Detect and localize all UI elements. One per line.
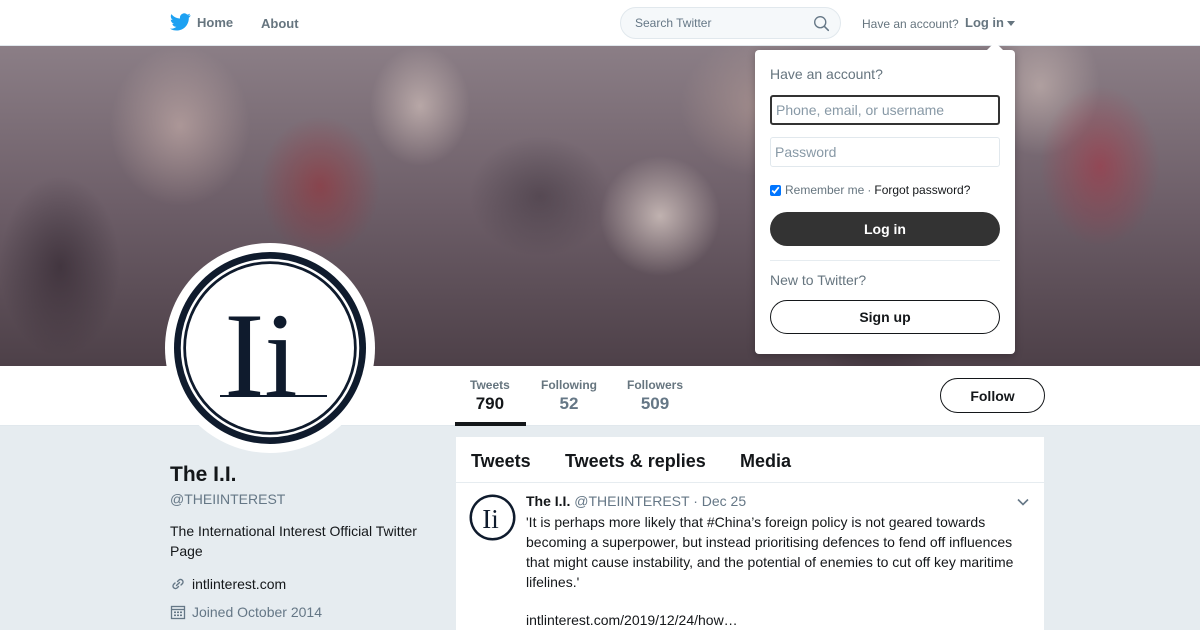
tweet-separator: ·: [693, 493, 698, 509]
search-box: [620, 7, 841, 39]
have-account-text: Have an account?: [862, 17, 959, 31]
tweet-link[interactable]: intlinterest.com/2019/12/24/how…: [526, 612, 738, 628]
remember-separator: ·: [867, 183, 872, 197]
tab-tweets-replies[interactable]: Tweets & replies: [565, 451, 706, 472]
remember-me-label[interactable]: Remember me: [785, 183, 864, 197]
login-dropdown: Have an account? Remember me · Forgot pa…: [755, 42, 1015, 354]
password-field[interactable]: [770, 137, 1000, 167]
profile-name: The I.I.: [170, 463, 237, 486]
tweet-date[interactable]: Dec 25: [702, 493, 746, 509]
active-stat-underline: [455, 422, 526, 426]
search-input[interactable]: [633, 8, 813, 38]
remember-me-checkbox[interactable]: [770, 184, 781, 196]
follow-button[interactable]: Follow: [940, 378, 1045, 413]
calendar-icon: [170, 605, 186, 620]
caret-down-icon: [1007, 21, 1015, 26]
logo-text: Ii: [224, 288, 297, 421]
top-navigation-bar: Home About Have an account? Log in: [0, 0, 1200, 46]
stat-tweets-value: 790: [475, 394, 505, 413]
login-toggle-label: Log in: [965, 15, 1004, 30]
link-icon: [172, 578, 184, 590]
timeline-tabs: Tweets Tweets & replies Media: [456, 437, 1044, 483]
timeline: Tweets Tweets & replies Media Ii The I.I…: [456, 437, 1044, 630]
username-field[interactable]: [770, 95, 1000, 125]
tab-media[interactable]: Media: [740, 451, 791, 472]
tweet-text: 'It is perhaps more likely that #China’s…: [526, 514, 1014, 590]
tweet-author-handle[interactable]: @THEIINTEREST: [574, 493, 689, 509]
nav-home-label: Home: [197, 14, 234, 30]
remember-row: Remember me · Forgot password?: [770, 183, 970, 197]
chevron-down-icon[interactable]: [1016, 495, 1030, 509]
stat-followers-value: 509: [640, 394, 670, 413]
tweet-header: The I.I. @THEIINTEREST · Dec 25: [526, 493, 746, 509]
tweet-avatar-logo-text: Ii: [482, 504, 499, 534]
nav-about-link[interactable]: About: [261, 16, 299, 31]
nav-home-link[interactable]: Home: [170, 13, 233, 31]
stat-tweets-label: Tweets: [470, 378, 510, 392]
profile-bio: The International Interest Official Twit…: [170, 523, 417, 559]
login-button[interactable]: Log in: [770, 212, 1000, 246]
search-icon[interactable]: [813, 15, 830, 32]
stat-followers-label: Followers: [627, 378, 684, 392]
profile-handle[interactable]: @THEIINTEREST: [170, 491, 285, 507]
profile-website: intlinterest.com: [170, 576, 286, 592]
stat-tweets[interactable]: Tweets 790: [470, 378, 510, 414]
stat-following[interactable]: Following 52: [541, 378, 597, 414]
profile-website-link[interactable]: intlinterest.com: [192, 576, 286, 592]
tweet-avatar[interactable]: Ii: [469, 494, 516, 541]
new-to-twitter-text: New to Twitter?: [770, 272, 867, 288]
stat-followers[interactable]: Followers 509: [627, 378, 683, 414]
forgot-password-link[interactable]: Forgot password?: [874, 183, 970, 197]
login-dropdown-title: Have an account?: [770, 66, 883, 82]
dropdown-divider: [770, 260, 1000, 261]
profile-avatar[interactable]: Ii: [165, 243, 375, 453]
stat-following-label: Following: [541, 378, 597, 392]
twitter-bird-icon: [170, 13, 191, 31]
tweet-author-name[interactable]: The I.I.: [526, 493, 570, 509]
tab-tweets[interactable]: Tweets: [471, 451, 531, 472]
login-dropdown-toggle[interactable]: Log in: [965, 15, 1015, 30]
profile-joined: Joined October 2014: [170, 604, 322, 620]
profile-joined-text: Joined October 2014: [192, 604, 322, 620]
signup-button[interactable]: Sign up: [770, 300, 1000, 334]
stat-following-value: 52: [559, 394, 579, 413]
ii-logo: Ii: [174, 252, 366, 444]
